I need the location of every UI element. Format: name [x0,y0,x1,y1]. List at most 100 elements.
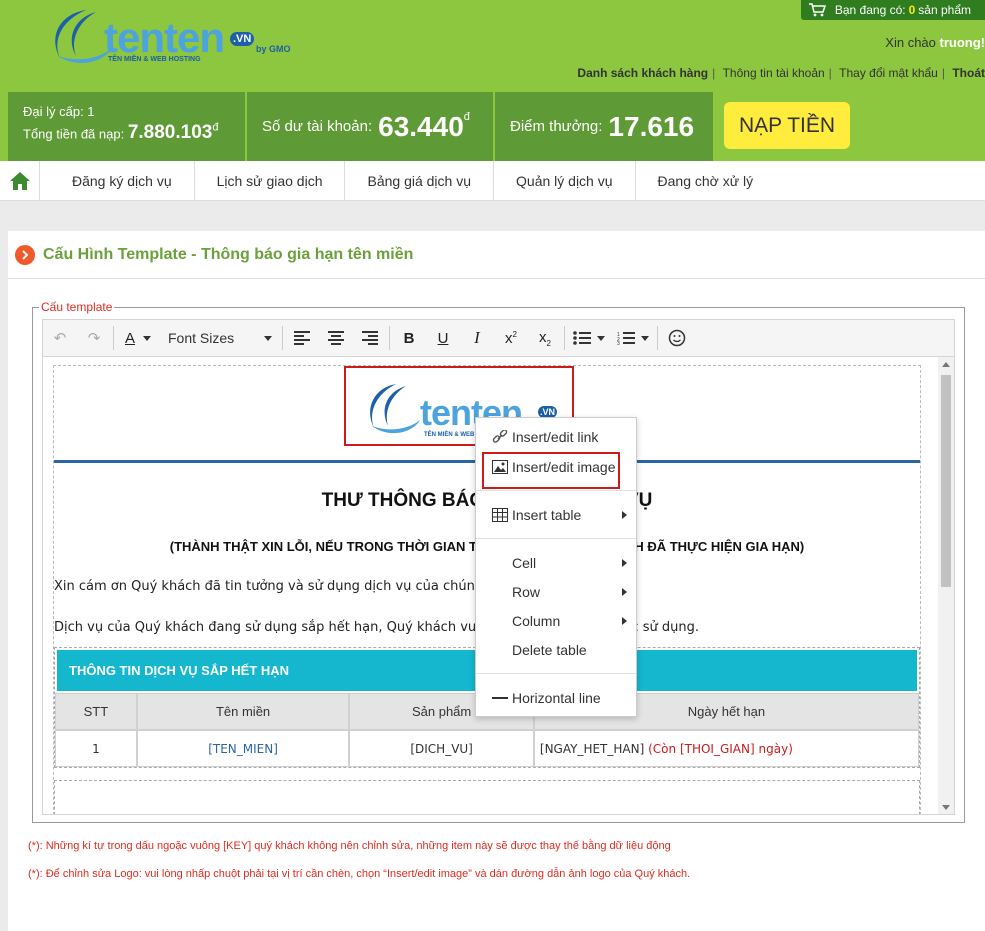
undo-button[interactable]: ↶ [43,324,77,352]
table-header-cell: STT [55,693,137,730]
toolbar-separator [113,326,114,350]
balance-label: Số dư tài khoản: [262,118,373,135]
table-cell-expiry: [NGAY_HET_HAN] (Còn [THOI_GIAN] ngày) [533,730,919,767]
link-separator: | [941,66,945,80]
remaining-open: (Còn [648,741,677,756]
logo-text: tenten [104,14,225,61]
table-cell-domain: [TEN_MIEN] [136,730,350,767]
align-center-icon [328,331,344,345]
cart-count: 0 [908,3,916,17]
topup-button[interactable]: NẠP TIỀN [724,102,850,149]
points-value: 17.616 [608,110,695,142]
font-color-button[interactable]: A [116,324,160,352]
link-account-info[interactable]: Thông tin tài khoản [719,66,829,80]
superscript-icon: x2 [505,329,517,347]
menu-separator [476,673,636,674]
horizontal-line-icon [492,697,508,699]
bullet-list-button[interactable] [567,324,611,352]
font-color-icon: A [124,329,135,347]
numbered-list-icon: 123 [617,332,635,345]
note-logo-instruction: (*): Để chỉnh sửa Logo: vui lòng nhấp ch… [28,868,691,880]
redo-button[interactable]: ↷ [77,324,111,352]
align-center-button[interactable] [319,324,353,352]
table-cell-product: [DICH_VU] [349,730,534,767]
numbered-list-button[interactable]: 123 [611,324,655,352]
toolbar-separator [282,326,283,350]
svg-text:3: 3 [617,341,620,345]
expiry-key: [NGAY_HET_HAN] [539,741,645,756]
menu-separator [476,538,636,539]
home-button[interactable] [0,160,40,201]
menu-insert-link[interactable]: Insert/edit link [476,424,636,450]
submenu-arrow-icon [622,559,627,567]
fieldset-legend: Cấu template [39,300,115,314]
panel-header: Cấu Hình Template - Thông báo gia hạn tê… [8,231,985,279]
page-title: Cấu Hình Template - Thông báo gia hạn tê… [43,245,414,263]
menu-label: Column [512,613,561,629]
underline-button[interactable]: U [426,324,460,352]
redo-icon: ↷ [87,330,101,347]
link-logout[interactable]: Thoát [948,66,985,80]
nav-price-list[interactable]: Bảng giá dịch vụ [345,160,495,201]
balance-value: 63.440đ [378,110,470,142]
scroll-down-icon[interactable] [942,805,950,810]
link-change-password[interactable]: Thay đổi mật khẩu [835,66,942,80]
menu-insert-table[interactable]: Insert table [476,502,636,528]
arrow-right-icon [15,244,35,265]
reward-points: Điểm thưởng: 17.616 [495,92,713,161]
submenu-arrow-icon [622,511,627,519]
emoticons-button[interactable] [660,324,694,352]
align-right-button[interactable] [353,324,387,352]
italic-button[interactable]: I [460,324,494,352]
link-separator: | [712,66,716,80]
table-cell-stt: 1 [55,730,137,767]
nav-register-service[interactable]: Đăng ký dịch vụ [40,160,195,201]
editor-scrollbar[interactable] [938,357,954,814]
greeting-label: Xin chào [885,35,936,50]
menu-row[interactable]: Row [476,579,636,605]
cart-widget[interactable]: Bạn đang có: 0 sản phẩm [800,0,985,20]
editor-toolbar: ↶ ↷ A Font Sizes B U I x2 x2 1 2 3 [42,319,955,357]
smiley-icon [668,329,686,347]
next-content-block [54,780,920,814]
table-icon [492,508,508,522]
subscript-icon: x2 [539,328,551,348]
tenten-logo[interactable]: tenten .VN TÊN MIỀN & WEB HOSTING by GMO [46,6,306,68]
logo-gmo: by GMO [256,44,291,54]
bold-button[interactable]: B [392,324,426,352]
font-sizes-select[interactable]: Font Sizes [160,324,280,352]
link-customer-list[interactable]: Danh sách khách hàng [573,66,712,80]
balance-bar: Đại lý cấp: 1 Tổng tiền đã nạp: 7.880.10… [0,92,985,161]
remaining-close: ngày) [758,741,793,756]
subscript-button[interactable]: x2 [528,324,562,352]
header: tenten .VN TÊN MIỀN & WEB HOSTING by GMO… [0,0,985,92]
agent-level: Đại lý cấp: 1 [23,104,95,119]
nav-manage-services[interactable]: Quản lý dịch vụ [494,160,636,201]
align-left-button[interactable] [285,324,319,352]
menu-cell[interactable]: Cell [476,550,636,576]
cart-icon [808,3,826,17]
chevron-down-icon [641,335,649,341]
menu-column[interactable]: Column [476,608,636,634]
nav-transaction-history[interactable]: Lịch sử giao dịch [195,160,346,201]
remaining-key: [THOI_GIAN] [679,741,755,756]
toolbar-separator [564,326,565,350]
menu-label: Cell [512,555,537,571]
font-sizes-label: Font Sizes [168,330,235,346]
account-links: Danh sách khách hàng | Thông tin tài khoả… [573,66,985,80]
chevron-down-icon [597,335,605,341]
menu-horizontal-line[interactable]: Horizontal line [476,685,636,711]
total-topup-value: 7.880.103đ [127,122,219,144]
toolbar-separator [389,326,390,350]
scrollbar-thumb[interactable] [941,375,951,587]
note-key-warning: (*): Những kí tự trong dấu ngoặc vuông [… [28,840,671,852]
align-right-icon [362,331,378,345]
nav-pending[interactable]: Đang chờ xử lý [636,161,776,201]
submenu-arrow-icon [622,617,627,625]
menu-label: Insert/edit link [512,429,599,445]
align-left-icon [294,331,310,345]
superscript-button[interactable]: x2 [494,324,528,352]
menu-delete-table[interactable]: Delete table [476,637,636,663]
scroll-up-icon[interactable] [942,362,950,367]
username[interactable]: truong! [940,35,985,50]
